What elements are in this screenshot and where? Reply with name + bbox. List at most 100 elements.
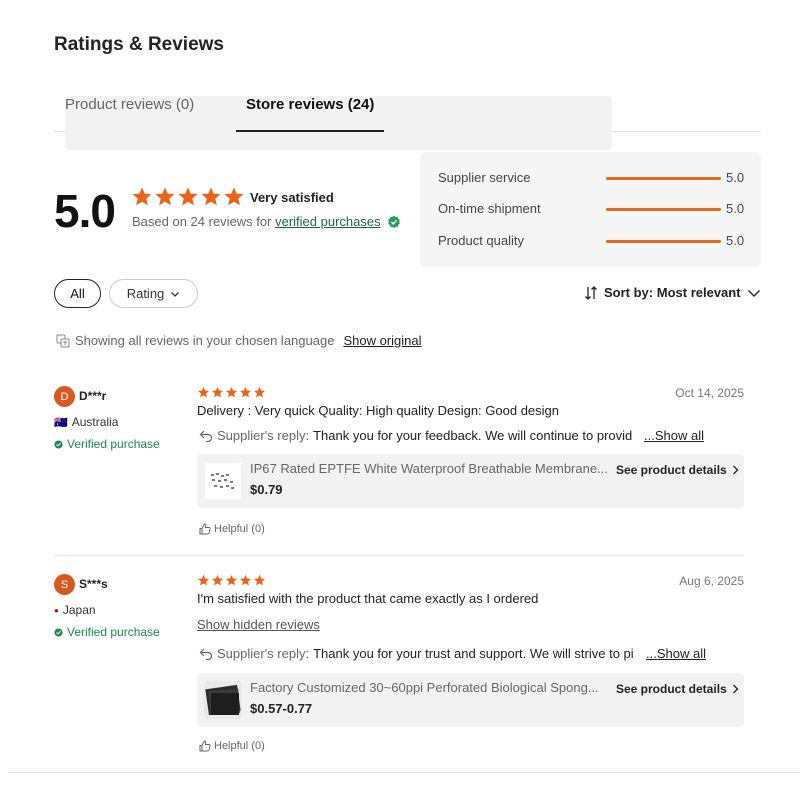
sort-label: Sort by: Most relevant [604, 285, 741, 300]
review-tabs: Product reviews (0) Store reviews (24) [54, 84, 761, 150]
thumbs-up-icon [199, 523, 211, 535]
flag-icon: ● [54, 605, 59, 615]
metric-label: On-time shipment [438, 201, 541, 216]
see-product-details-label: See product details [616, 463, 727, 477]
show-original-link[interactable]: Show original [343, 333, 421, 348]
product-name: IP67 Rated EPTFE White Waterproof Breath… [250, 461, 608, 476]
verified-purchases-link[interactable]: verified purchases [275, 214, 381, 229]
see-product-details-label: See product details [616, 682, 727, 696]
helpful-button[interactable]: Helpful (0) [199, 523, 265, 535]
show-all-link[interactable]: ...Show all [646, 646, 706, 661]
page-title: Ratings & Reviews [54, 34, 224, 55]
helpful-button[interactable]: Helpful (0) [199, 740, 265, 752]
bottom-divider [8, 772, 800, 773]
star-icon [211, 386, 224, 398]
review-text: Delivery : Very quick Quality: High qual… [197, 403, 560, 418]
reviewer-country: 🇦🇺 Australia [54, 415, 118, 429]
supplier-reply: Supplier's reply: Thank you for your tru… [199, 646, 699, 661]
chevron-right-icon [732, 465, 739, 475]
based-on-prefix: Based on 24 reviews for [132, 214, 272, 229]
metric-fill [606, 177, 721, 180]
sort-value: Most relevant [656, 285, 741, 300]
metric-bar [606, 177, 721, 180]
reply-text: Thank you for your trust and support. We… [313, 646, 634, 661]
verified-purchase-text: Verified purchase [67, 625, 160, 639]
summary-stars [131, 186, 245, 208]
verified-purchase-text: Verified purchase [67, 437, 160, 451]
filter-all-button[interactable]: All [54, 279, 101, 308]
star-icon [197, 386, 210, 398]
tab-store-reviews[interactable]: Store reviews (24) [246, 96, 374, 113]
review-text: I'm satisfied with the product that came… [197, 591, 539, 606]
metric-label: Product quality [438, 233, 524, 248]
based-on-text: Based on 24 reviews for verified purchas… [132, 214, 381, 229]
metric-on-time-shipment: On-time shipment 5.0 [438, 199, 748, 219]
product-price: $0.79 [250, 482, 283, 497]
reviewer-name: D***r [79, 389, 107, 403]
metric-product-quality: Product quality 5.0 [438, 231, 748, 251]
thumbs-up-icon [199, 740, 211, 752]
verified-purchase-badge: Verified purchase [54, 625, 160, 639]
reply-icon [199, 430, 213, 442]
sort-dropdown[interactable]: Sort by: Most relevant [584, 285, 761, 300]
check-badge-icon [54, 439, 63, 449]
review-stars [197, 386, 266, 399]
star-icon [155, 187, 175, 206]
review-date: Oct 14, 2025 [675, 386, 744, 400]
metric-supplier-service: Supplier service 5.0 [438, 168, 748, 188]
star-icon [178, 187, 198, 206]
metric-fill [606, 240, 721, 243]
filter-rating-label: Rating [126, 286, 165, 301]
country-name: Japan [62, 603, 96, 617]
metrics-panel: Supplier service 5.0 On-time shipment 5.… [420, 152, 761, 267]
country-name: Australia [71, 415, 119, 429]
star-icon [201, 187, 221, 206]
reply-icon [199, 648, 213, 660]
metric-value: 5.0 [726, 201, 745, 216]
product-name: Factory Customized 30~60ppi Perforated B… [250, 680, 599, 695]
translate-icon [56, 334, 70, 347]
chevron-right-icon [732, 684, 739, 694]
verified-badge-icon [388, 215, 400, 228]
metric-bar [606, 208, 721, 211]
see-product-details-link[interactable]: See product details [616, 682, 739, 696]
star-icon [239, 574, 252, 586]
filter-rating-dropdown[interactable]: Rating [109, 279, 198, 308]
star-icon [225, 386, 238, 398]
review-date: Aug 6, 2025 [679, 574, 744, 588]
overall-score: 5.0 [54, 185, 116, 237]
star-icon [132, 187, 152, 206]
metric-fill [606, 208, 721, 211]
metric-bar [606, 240, 721, 243]
supplier-reply: Supplier's reply: Thank you for your fee… [199, 428, 699, 443]
check-badge-icon [54, 627, 63, 637]
reply-label: Supplier's reply: [217, 646, 310, 661]
review-item: S S***s ● Japan Verified purchase Aug 6,… [54, 574, 744, 759]
product-card[interactable]: IP67 Rated EPTFE White Waterproof Breath… [197, 454, 744, 508]
rating-label: Very satisfied [250, 190, 334, 205]
metric-label: Supplier service [438, 170, 531, 185]
avatar: S [54, 574, 75, 595]
review-divider [54, 555, 744, 556]
reply-label: Supplier's reply: [217, 428, 310, 443]
chevron-down-icon [171, 291, 180, 297]
product-price: $0.57-0.77 [250, 701, 313, 716]
see-product-details-link[interactable]: See product details [616, 463, 739, 477]
product-card[interactable]: Factory Customized 30~60ppi Perforated B… [197, 673, 744, 727]
star-icon [211, 574, 224, 586]
reviewer-country: ● Japan [54, 603, 96, 617]
reviewer-name: S***s [79, 577, 108, 591]
show-all-link[interactable]: ...Show all [644, 428, 704, 443]
show-hidden-reviews-link[interactable]: Show hidden reviews [197, 617, 320, 632]
metric-value: 5.0 [726, 170, 745, 185]
language-note-text: Showing all reviews in your chosen langu… [75, 333, 335, 348]
reply-text: Thank you for your feedback. We will con… [313, 428, 633, 443]
star-icon [197, 574, 210, 586]
verified-purchase-badge: Verified purchase [54, 437, 160, 451]
sort-prefix: Sort by: [604, 285, 654, 300]
star-icon [224, 187, 244, 206]
product-thumbnail [204, 681, 242, 719]
metric-value: 5.0 [726, 233, 745, 248]
active-tab-indicator [236, 130, 384, 132]
star-icon [253, 386, 266, 398]
